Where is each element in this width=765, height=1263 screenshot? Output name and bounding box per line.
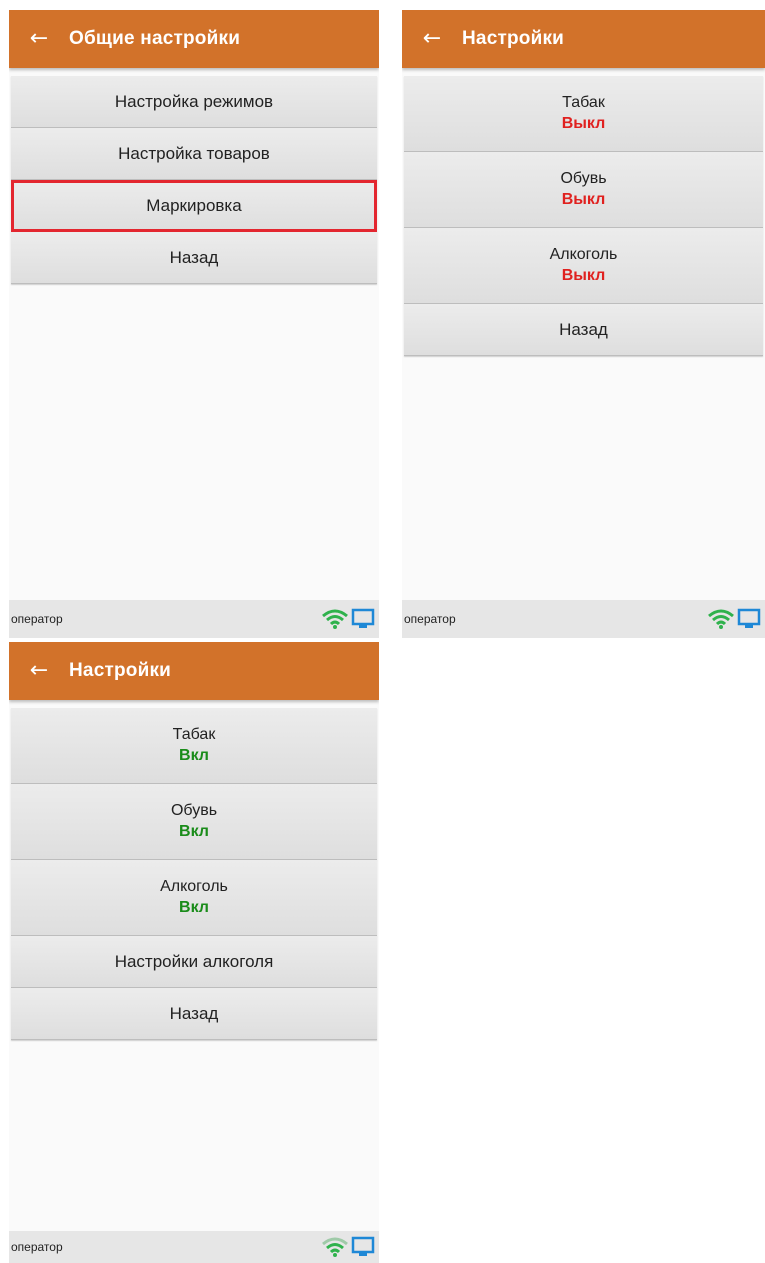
monitor-icon — [737, 608, 761, 628]
monitor-icon — [351, 608, 375, 628]
wifi-icon — [322, 609, 348, 629]
back-button[interactable]: Назад — [11, 232, 377, 284]
app-bar: ← Настройки — [402, 10, 765, 68]
status-badge: Вкл — [179, 899, 209, 916]
button-label: Назад — [169, 247, 219, 267]
button-label: Алкоголь — [549, 246, 618, 263]
button-label: Настройки алкоголя — [114, 951, 274, 971]
shoes-toggle-button[interactable]: Обувь Выкл — [404, 152, 763, 228]
status-badge: Выкл — [561, 191, 606, 208]
status-badge: Выкл — [561, 115, 606, 132]
alcohol-settings-button[interactable]: Настройки алкоголя — [11, 936, 377, 988]
status-bar: оператор — [9, 1231, 379, 1263]
product-settings-button[interactable]: Настройка товаров — [11, 128, 377, 180]
status-user: оператор — [11, 1240, 63, 1254]
page-title: Настройки — [69, 660, 172, 681]
screen-marking-settings-on: ← Настройки Табак Вкл Обувь Вкл Алкоголь… — [9, 642, 379, 1263]
button-label: Табак — [172, 726, 216, 743]
alcohol-toggle-button[interactable]: Алкоголь Вкл — [11, 860, 377, 936]
screen-marking-settings-off: ← Настройки Табак Выкл Обувь Выкл Алкого… — [402, 10, 765, 638]
button-label: Маркировка — [146, 195, 242, 215]
screen-general-settings: ← Общие настройки Настройка режимов Наст… — [9, 10, 379, 638]
page-title: Настройки — [462, 28, 565, 49]
arrow-left-icon[interactable]: ← — [9, 10, 69, 68]
button-label: Настройка товаров — [118, 143, 270, 163]
button-label: Настройка режимов — [114, 91, 274, 111]
monitor-icon — [351, 1236, 375, 1256]
status-badge: Выкл — [561, 267, 606, 284]
wifi-icon — [708, 609, 734, 629]
alcohol-toggle-button[interactable]: Алкоголь Выкл — [404, 228, 763, 304]
tobacco-toggle-button[interactable]: Табак Вкл — [11, 708, 377, 784]
status-badge: Вкл — [179, 823, 209, 840]
page-title: Общие настройки — [69, 28, 241, 49]
status-user: оператор — [11, 612, 63, 626]
app-bar: ← Настройки — [9, 642, 379, 700]
status-bar: оператор — [9, 600, 379, 638]
shoes-toggle-button[interactable]: Обувь Вкл — [11, 784, 377, 860]
button-label: Алкоголь — [160, 878, 228, 895]
wifi-icon — [322, 1237, 348, 1257]
tobacco-toggle-button[interactable]: Табак Выкл — [404, 76, 763, 152]
app-bar: ← Общие настройки — [9, 10, 379, 68]
arrow-left-icon[interactable]: ← — [402, 10, 462, 68]
button-label: Обувь — [560, 170, 607, 187]
button-label: Табак — [562, 94, 605, 111]
status-user: оператор — [404, 612, 456, 626]
back-button[interactable]: Назад — [11, 988, 377, 1040]
button-label: Назад — [559, 319, 608, 339]
button-label: Назад — [169, 1003, 219, 1023]
status-bar: оператор — [402, 600, 765, 638]
back-button[interactable]: Назад — [404, 304, 763, 356]
menu-list: Табак Выкл Обувь Выкл Алкоголь Выкл Наза… — [402, 68, 765, 356]
button-label: Обувь — [170, 802, 218, 819]
mode-settings-button[interactable]: Настройка режимов — [11, 76, 377, 128]
menu-list: Табак Вкл Обувь Вкл Алкоголь Вкл Настрой… — [9, 700, 379, 1040]
marking-button[interactable]: Маркировка — [11, 180, 377, 232]
status-badge: Вкл — [179, 747, 209, 764]
arrow-left-icon[interactable]: ← — [9, 642, 69, 700]
menu-list: Настройка режимов Настройка товаров Марк… — [9, 68, 379, 284]
